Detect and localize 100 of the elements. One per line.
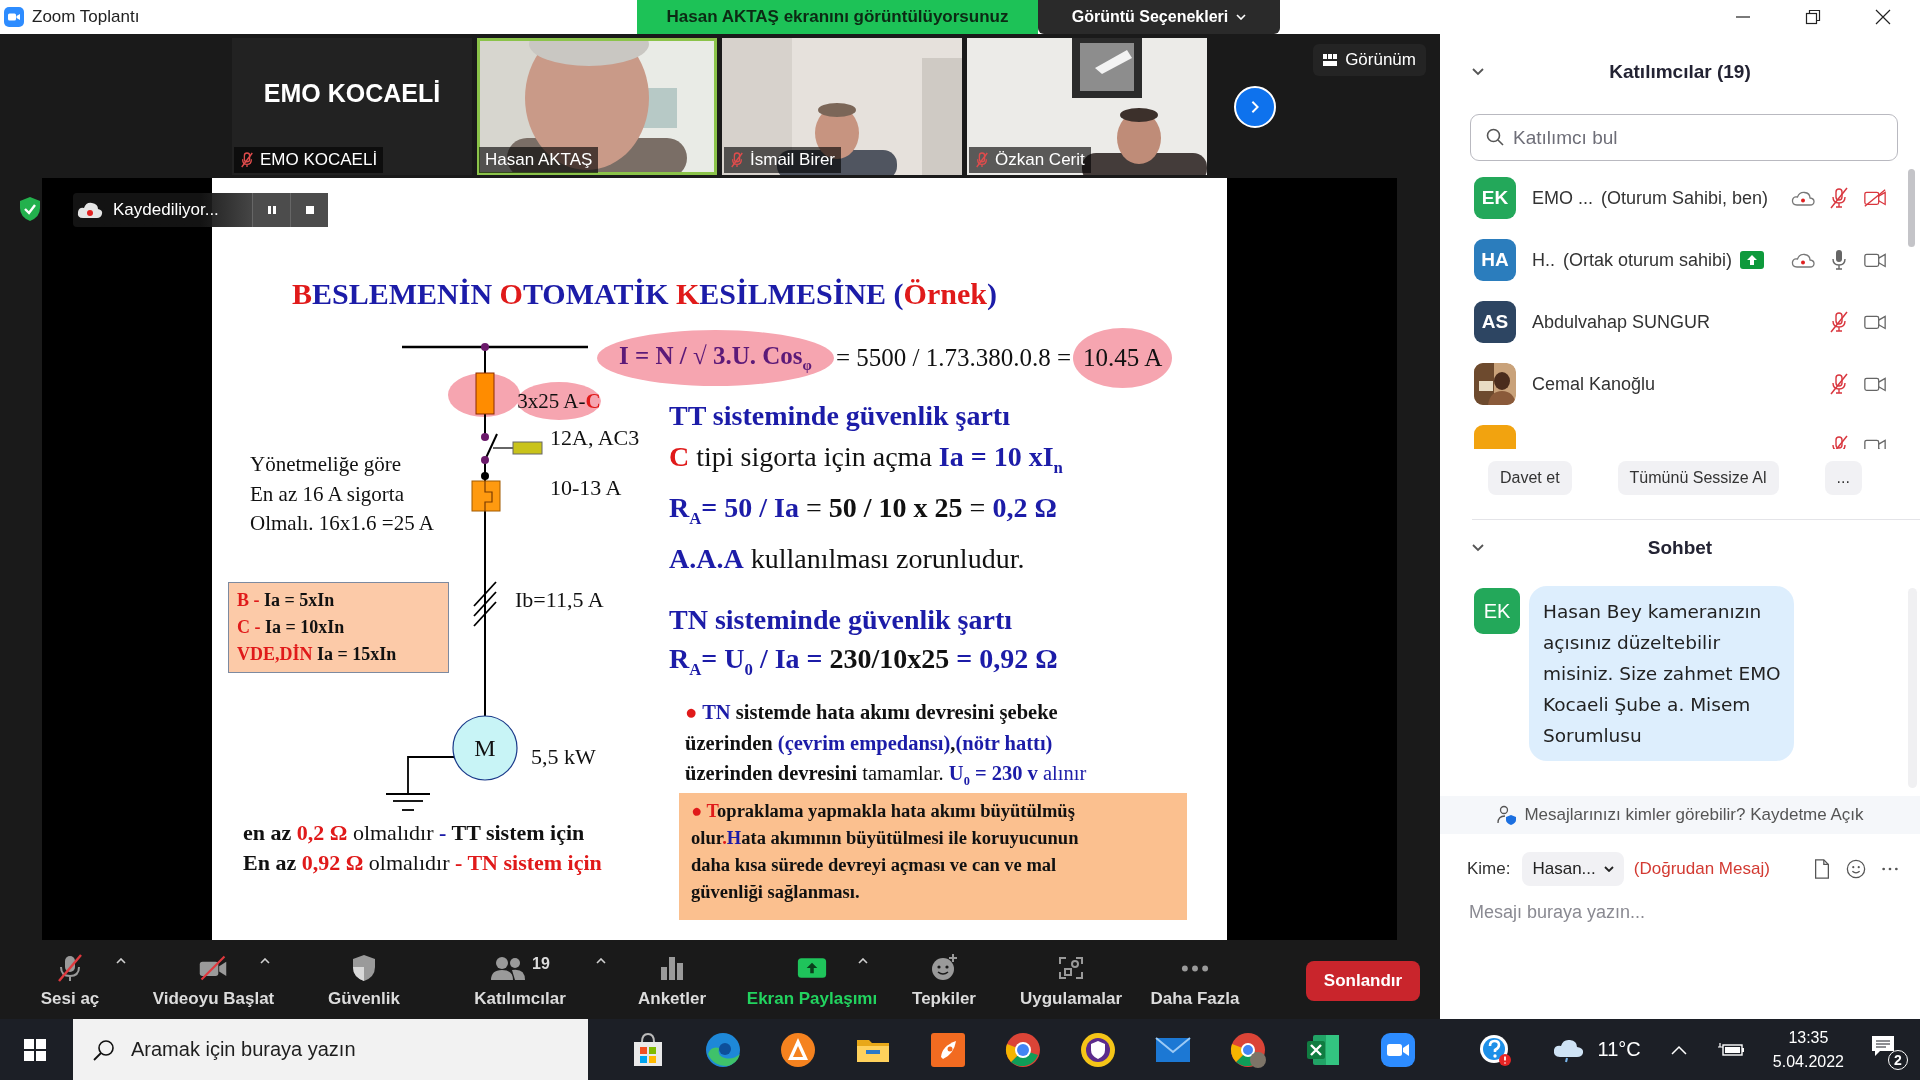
calculation-text: = 5500 / 1.73.380.0.8 = — [835, 344, 1072, 372]
emoji-icon[interactable] — [1846, 859, 1866, 879]
notification-count: 2 — [1888, 1049, 1908, 1070]
participants-button[interactable]: 19 Katılımcılar — [470, 949, 570, 1013]
participant-name: Abdulvahap SUNGUR — [1532, 311, 1711, 333]
fuse-rating-label: 3x25 A-C — [517, 382, 601, 420]
clock-date[interactable]: 5.04.2022 — [1772, 1049, 1844, 1074]
apps-button[interactable]: Uygulamalar — [1015, 949, 1126, 1013]
scrollbar[interactable] — [1908, 169, 1915, 247]
video-tile[interactable]: Özkan Cerit — [967, 38, 1207, 175]
direct-message-label: (Doğrudan Mesaj) — [1633, 859, 1770, 879]
panel-button[interactable]: ... — [1824, 461, 1862, 495]
avatar: AS — [1474, 301, 1516, 343]
battery-icon[interactable] — [1716, 1041, 1745, 1058]
participant-row[interactable]: AS Abdulvahap SUNGUR — [1440, 291, 1920, 353]
slide-text: A.A.A kullanılması zorunludur. — [669, 542, 1026, 577]
slide-text: En az 0,92 Ω olmalıdır - TN sistem için — [243, 849, 602, 877]
close-icon — [1875, 9, 1891, 25]
participant-row[interactable]: HA H.. (Ortak oturum sahibi) — [1440, 229, 1920, 291]
contactor-label: 12A, AC3 — [550, 425, 640, 451]
current-label: Ib=11,5 A — [515, 587, 604, 613]
participant-row[interactable]: EK EMO ... (Oturum Sahibi, ben) — [1440, 167, 1920, 229]
chevron-down-icon[interactable] — [1472, 68, 1484, 76]
muted-microphone-icon[interactable] — [1827, 187, 1851, 209]
tile-label: Özkan Cerit — [969, 147, 1091, 173]
file-icon[interactable] — [1812, 859, 1832, 879]
slide-title: BESLEMENİN OTOMATİK KESİLMESİNE (Örnek) — [292, 276, 997, 312]
help-icon[interactable] — [1477, 1032, 1512, 1067]
panel-button[interactable]: Tümünü Sessize Al — [1617, 461, 1779, 495]
person-shield-icon[interactable] — [1496, 805, 1519, 825]
caret-up-icon[interactable] — [1670, 1044, 1687, 1055]
tile-label: İsmail Birer — [724, 147, 841, 173]
search-icon — [1486, 128, 1504, 146]
video-camera-icon — [4, 7, 24, 27]
stop-icon — [304, 205, 315, 215]
search-icon — [93, 1039, 115, 1061]
muted-microphone-icon[interactable] — [1827, 373, 1851, 395]
panel-title: Sohbet — [1647, 537, 1713, 559]
next-page-button[interactable] — [1234, 85, 1276, 128]
avatar: HA — [1474, 239, 1516, 281]
more-button[interactable]: Daha Fazla — [1146, 949, 1244, 1013]
shield-check-icon[interactable] — [18, 196, 42, 222]
slide-text: C tipi sigorta için açma Ia = 10 xI$_{n}$ — [669, 439, 1063, 479]
participant-role: (Ortak oturum sahibi) — [1563, 249, 1733, 271]
caret-up-icon — [858, 958, 868, 964]
motor-label: M — [474, 735, 496, 761]
tile-label: EMO KOCAELİ — [234, 147, 384, 173]
video-tile[interactable]: İsmail Birer — [722, 38, 962, 175]
tile-label: Hasan AKTAŞ — [479, 147, 599, 173]
search-field[interactable]: Katılımcı bul — [1470, 114, 1898, 161]
participant-count: 19 — [532, 955, 550, 973]
start-video-button[interactable]: Videoyu Başlat — [148, 949, 279, 1013]
name-card-title: EMO KOCAELİ — [263, 79, 441, 108]
chevron-down-icon[interactable] — [1472, 544, 1484, 552]
reactions-button[interactable]: Tepkiler — [908, 949, 980, 1013]
view-button[interactable]: Görünüm — [1313, 44, 1426, 76]
view-options-button[interactable]: Görüntü Seçenekleri — [1038, 0, 1280, 34]
end-meeting-button[interactable]: Sonlandır — [1306, 961, 1420, 1001]
pause-icon — [266, 205, 277, 215]
security-button[interactable]: Güvenlik — [324, 949, 404, 1013]
panel-button[interactable]: Davet et — [1488, 461, 1572, 495]
grid-icon — [1323, 54, 1338, 66]
caret-up-icon — [259, 958, 270, 964]
power-label: 5,5 kW — [531, 744, 596, 770]
unmute-button[interactable]: Sesi aç — [36, 949, 104, 1013]
taskbar-search-field[interactable]: Aramak için buraya yazın — [73, 1019, 588, 1080]
pause-button[interactable] — [252, 193, 290, 227]
stop-button[interactable] — [290, 193, 328, 227]
participant-role: (Oturum Sahibi, ben) — [1601, 187, 1769, 209]
share-screen-button[interactable]: Ekran Paylaşımı — [742, 949, 882, 1013]
panel-title: Katılımcılar (19) — [1609, 61, 1751, 83]
caret-up-icon — [116, 958, 126, 964]
tn-note: ● TN sistemde hata akımı devresini şebeke üzerinden (çevrim empedansı),(nötr hattı) üzerinden devresini tamamlar. U$_{0}$ = 230 v alınır — [685, 700, 1087, 791]
relay-label: 10-13 A — [550, 475, 622, 501]
clock-time[interactable]: 13:35 — [1788, 1025, 1829, 1050]
recording-status: Kaydediliyor... — [113, 200, 220, 220]
current-formula: I = N / √ 3.U. Cos$_{φ}$ — [597, 330, 834, 386]
chat-message: Hasan Bey kameranızın açısınız düzeltebilir misiniz. Size zahmet EMO Kocaeli Şube a. Misem Sorumlusu — [1529, 586, 1794, 761]
motor-symbol — [452, 715, 518, 781]
crossed-camera-icon[interactable] — [1863, 187, 1887, 209]
chevron-down-icon — [1236, 14, 1247, 20]
sharing-banner: Hasan AKTAŞ ekranını görüntülüyorsunuz — [637, 0, 1038, 34]
temperature[interactable]: 11°C — [1597, 1038, 1641, 1061]
participant-row[interactable]: Cemal Kanoğlu — [1440, 353, 1920, 415]
polls-button[interactable]: Anketler — [634, 949, 710, 1013]
video-tile[interactable]: Hasan AKTAŞ — [477, 38, 717, 175]
slide-text: R$_{A}$= U$_{0}$ / Ia = 230/10x25 = 0,92 Ω — [669, 642, 1058, 681]
muted-microphone-icon[interactable] — [1827, 311, 1851, 333]
restore-icon — [1805, 9, 1821, 25]
trip-text: C - Ia = 10xIn — [237, 616, 346, 639]
message-input[interactable]: Mesajı buraya yazın... — [1467, 901, 1891, 924]
chevron-down-icon — [1603, 866, 1614, 872]
video-tile[interactable]: EMO KOCAELİ EMO KOCAELİ — [232, 38, 472, 175]
recipient-label: Kime: — [1467, 859, 1511, 879]
recipient-dropdown[interactable]: Hasan... — [1522, 852, 1624, 886]
slide-text: TN sisteminde güvenlik şartı — [669, 603, 1014, 637]
participant-name: H.. — [1532, 249, 1555, 271]
windows-logo-icon — [24, 1038, 46, 1061]
notification-icon[interactable] — [1870, 1033, 1896, 1058]
caret-up-icon — [596, 958, 606, 964]
